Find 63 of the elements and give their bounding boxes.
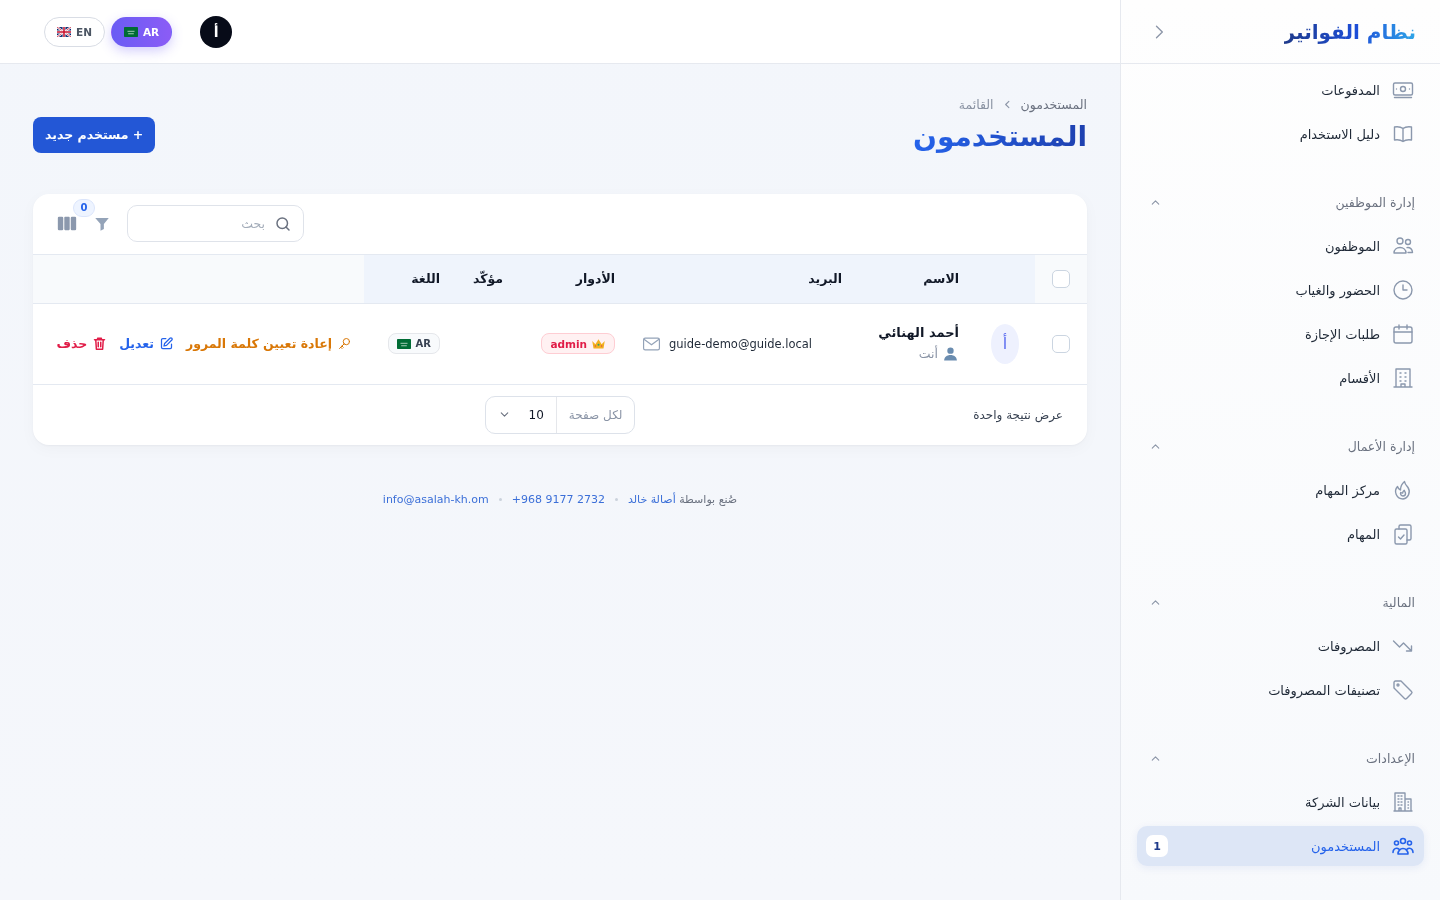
section-header[interactable]: الإعدادات — [1137, 738, 1424, 778]
filter-count-badge: 0 — [73, 198, 95, 217]
column-header[interactable]: الاسم — [923, 271, 959, 287]
section-header[interactable]: المالية — [1137, 582, 1424, 622]
column-header[interactable]: الأدوار — [575, 271, 615, 287]
uk-flag-icon — [57, 26, 71, 37]
edit-link[interactable]: تعديل — [119, 336, 174, 352]
breadcrumb-current: القائمة — [958, 97, 994, 112]
row-checkbox[interactable] — [1052, 334, 1070, 353]
language-badge: AR — [387, 333, 440, 355]
result-count: عرض نتيجة واحدة — [973, 407, 1063, 422]
section-header[interactable]: إدارة الموظفين — [1137, 182, 1424, 222]
nav-item[interactable]: بيانات الشركة — [1296, 782, 1424, 822]
user-name: أحمد الهنائي — [878, 325, 959, 341]
role-badge: admin — [541, 333, 615, 355]
nav-item[interactable]: المهام — [1337, 514, 1424, 554]
per-page-select[interactable]: 10 — [485, 396, 556, 433]
nav-item[interactable]: تصنيفات المصروفات — [1259, 670, 1424, 710]
email-text: guide-demo@guide.local — [668, 336, 812, 351]
new-user-button[interactable]: + مستخدم جديد — [33, 116, 156, 153]
nav-item[interactable]: الأقسام — [1330, 358, 1424, 398]
envelope-icon — [641, 335, 661, 352]
search-icon — [274, 214, 292, 233]
nav-item[interactable]: الموظفون — [1316, 226, 1424, 266]
clock-icon — [1391, 278, 1415, 302]
edit-icon — [159, 336, 174, 352]
key-icon — [337, 336, 352, 352]
author-link[interactable]: أصالة خالد — [627, 492, 676, 506]
language-button[interactable]: EN — [44, 16, 105, 47]
per-page-label: لكل صفحة — [555, 396, 635, 433]
section-header[interactable]: إدارة الأعمال — [1137, 426, 1424, 466]
column-header[interactable]: البريد — [808, 271, 842, 287]
user-avatar[interactable]: أ — [200, 15, 233, 48]
calendar-icon — [1391, 322, 1415, 346]
columns-icon[interactable] — [57, 215, 77, 233]
nav-item[interactable]: الحضور والغياب — [1286, 270, 1424, 310]
language-button[interactable]: AR — [110, 16, 173, 47]
nav-item[interactable]: مركز المهام — [1306, 470, 1424, 510]
breadcrumb-link[interactable]: المستخدمون — [1020, 97, 1087, 112]
column-header[interactable]: اللغة — [411, 271, 440, 287]
trash-icon — [92, 336, 108, 352]
nav-item[interactable]: المدفوعات — [1312, 70, 1424, 110]
search-field[interactable]: بحث — [127, 205, 304, 243]
phone-link[interactable]: +968 9177 2732 — [511, 492, 605, 506]
footer-credit: صُنع بواسطة أصالة خالد — [627, 492, 738, 506]
tag-icon — [1391, 678, 1415, 702]
clipboard-check-icon — [1391, 522, 1415, 546]
crown-icon — [591, 337, 606, 351]
user-icon — [942, 345, 959, 363]
delete-link[interactable]: حذف — [56, 336, 108, 352]
nav-item[interactable]: دليل الاستخدام — [1290, 114, 1424, 154]
column-header[interactable]: مؤكّد — [472, 271, 503, 287]
nav-item[interactable]: طلبات الإجازة — [1295, 314, 1424, 354]
user-avatar: أ — [991, 323, 1019, 364]
saudi-flag-icon — [396, 338, 411, 349]
building-icon — [1391, 366, 1415, 390]
email-link[interactable]: info@asalah-kh.om — [382, 492, 489, 506]
current-user-tag: أنت — [918, 346, 938, 362]
nav-item[interactable]: المصروفات — [1308, 626, 1424, 666]
buildings-icon — [1391, 790, 1415, 814]
select-all-checkbox[interactable] — [1052, 269, 1070, 288]
saudi-flag-icon — [123, 26, 138, 37]
count-badge: 1 — [1146, 835, 1168, 857]
